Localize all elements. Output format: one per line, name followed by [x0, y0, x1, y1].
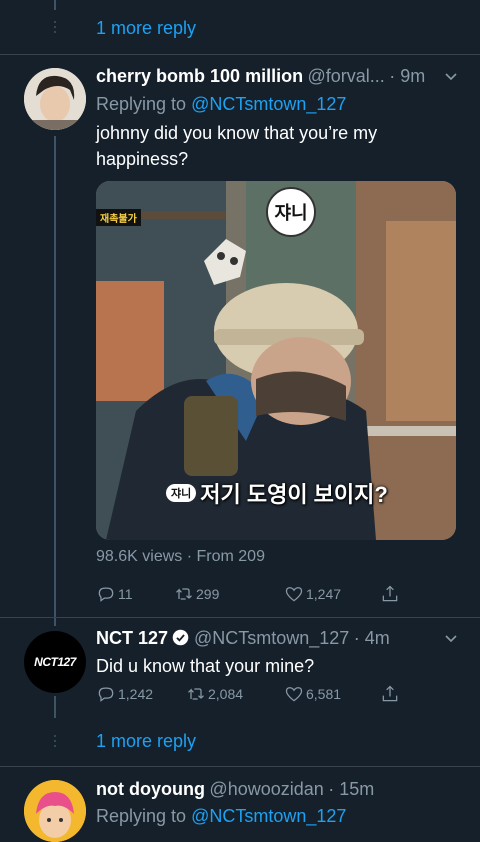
verified-badge-icon — [173, 629, 189, 646]
like-button[interactable]: 1,247 — [284, 584, 380, 604]
tweet-media[interactable]: 재촉불가 쟈니 쟈니 저기 도영이 보이지? — [96, 181, 456, 540]
heart-icon — [285, 687, 303, 702]
share-button[interactable] — [380, 584, 400, 604]
view-count: 98.6K views — [96, 548, 183, 565]
separator — [0, 54, 480, 55]
replying-to: Replying to @NCTsmtown_127 — [96, 94, 346, 115]
replying-to-handle[interactable]: @NCTsmtown_127 — [191, 806, 346, 826]
handle[interactable]: @howoozidan — [209, 779, 323, 799]
tweet-header: not doyoung @howoozidan · 15m — [96, 779, 374, 800]
replying-to: Replying to @NCTsmtown_127 — [96, 806, 346, 827]
thread-dots — [54, 735, 56, 747]
share-icon — [382, 585, 398, 602]
retweet-icon — [176, 588, 192, 600]
reply-count: 11 — [118, 586, 133, 602]
media-source[interactable]: · From 209 — [187, 548, 265, 565]
tweet-text: Did u know that your mine? — [96, 656, 315, 676]
more-reply-link[interactable]: 1 more reply — [96, 18, 196, 39]
timestamp[interactable]: · 4m — [354, 628, 390, 648]
tweet-header: cherry bomb 100 million @forval... · 9m — [96, 66, 425, 87]
more-reply-link[interactable]: 1 more reply — [96, 731, 196, 752]
media-subtitle: 쟈니 저기 도영이 보이지? — [166, 477, 388, 509]
thread-dots — [54, 21, 56, 33]
avatar[interactable]: NCT127 — [24, 631, 86, 693]
replying-prefix: Replying to — [96, 94, 187, 114]
separator — [0, 617, 480, 618]
thread-line — [54, 0, 56, 10]
timestamp[interactable]: · 15m — [328, 779, 374, 799]
display-name[interactable]: not doyoung — [96, 779, 205, 799]
thread-line — [54, 696, 56, 718]
retweet-count: 2,084 — [208, 686, 244, 702]
replying-prefix: Replying to — [96, 806, 187, 826]
thread-line — [54, 136, 56, 626]
tweet-text: johnny did you know that you’re my happi… — [96, 123, 378, 169]
share-icon — [382, 685, 398, 702]
like-count: 1,247 — [306, 586, 342, 602]
retweet-button[interactable]: 299 — [174, 584, 284, 604]
like-count: 6,581 — [306, 686, 342, 702]
media-name-badge-text: 쟈니 — [274, 203, 308, 223]
media-subtitle-text: 저기 도영이 보이지? — [200, 482, 388, 507]
retweet-count: 299 — [196, 586, 220, 602]
chevron-down-icon[interactable] — [444, 70, 458, 84]
reply-icon — [98, 587, 114, 602]
retweet-icon — [188, 688, 204, 700]
media-subtitle-tag: 쟈니 — [166, 484, 197, 502]
share-button[interactable] — [380, 684, 400, 704]
heart-icon — [285, 587, 303, 602]
handle[interactable]: @NCTsmtown_127 — [194, 628, 349, 648]
media-name-badge: 쟈니 — [266, 187, 316, 237]
media-stats: 98.6K views · From 209 — [96, 548, 265, 566]
chevron-down-icon[interactable] — [444, 632, 458, 646]
avatar-logo-text: NCT127 — [34, 655, 76, 669]
reply-button[interactable]: 1,242 — [96, 684, 186, 704]
tweet-actions: 11 299 1,247 — [96, 584, 400, 604]
replying-to-handle[interactable]: @NCTsmtown_127 — [191, 94, 346, 114]
avatar[interactable] — [24, 68, 86, 130]
avatar[interactable] — [24, 780, 86, 842]
reply-count: 1,242 — [118, 686, 154, 702]
timestamp[interactable]: · 9m — [389, 66, 425, 86]
reply-button[interactable]: 11 — [96, 584, 174, 604]
reply-icon — [98, 687, 114, 702]
display-name[interactable]: cherry bomb 100 million — [96, 66, 303, 86]
display-name[interactable]: NCT 127 — [96, 628, 168, 648]
tweet-actions: 1,242 2,084 6,581 — [96, 684, 400, 704]
like-button[interactable]: 6,581 — [284, 684, 380, 704]
handle[interactable]: @forval... — [308, 66, 385, 86]
retweet-button[interactable]: 2,084 — [186, 684, 284, 704]
tweet-header: NCT 127 @NCTsmtown_127 · 4m — [96, 628, 390, 649]
separator — [0, 766, 480, 767]
media-sign-label: 재촉불가 — [96, 209, 141, 226]
